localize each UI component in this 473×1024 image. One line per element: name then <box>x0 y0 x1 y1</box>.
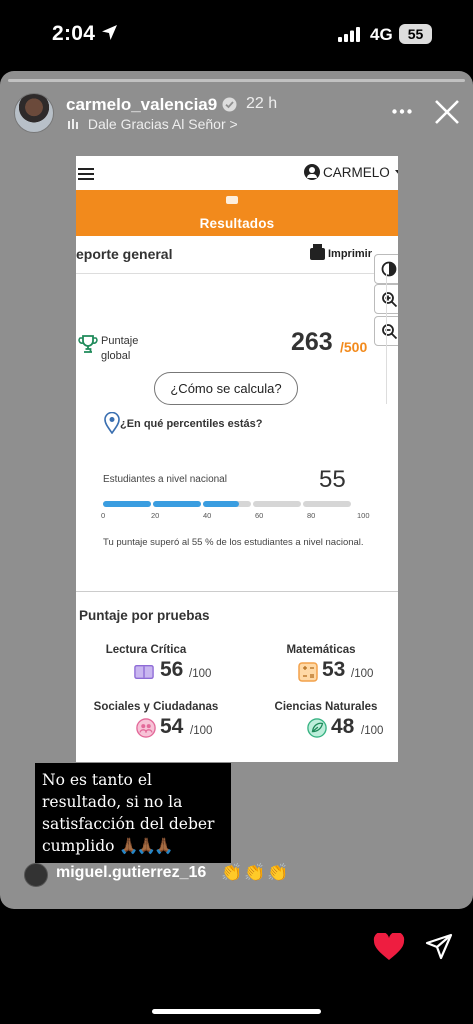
percentile-description: Tu puntaje superó al 55 % de los estudia… <box>103 537 364 548</box>
trophy-icon <box>78 335 98 353</box>
subject-name: Lectura Crítica <box>105 644 187 656</box>
percentile-tick-label: 60 <box>255 511 264 520</box>
global-score-value: 263 <box>291 328 333 356</box>
story-progress-bar <box>8 79 465 82</box>
book-icon <box>134 664 154 680</box>
subject-score: 48 <box>331 715 355 738</box>
subject-name: Matemáticas <box>286 644 356 656</box>
divider <box>76 591 398 592</box>
status-bar: 2:04 4G 55 <box>0 0 473 68</box>
percentile-tick-label: 40 <box>203 511 212 520</box>
menu-icon <box>78 168 94 180</box>
national-value: 55 <box>319 466 346 493</box>
subject-max: /100 <box>190 725 213 737</box>
music-title: Dale Gracias Al Señor <box>87 116 226 132</box>
percentile-question: ¿En qué percentiles estás? <box>120 418 263 430</box>
subject-score: 54 <box>160 715 184 738</box>
subject-max: /100 <box>361 725 384 737</box>
vertical-divider <box>386 274 387 404</box>
chevron-right-icon: > <box>229 116 238 132</box>
status-time: 2:04 <box>52 22 96 45</box>
percentile-bar <box>103 501 351 507</box>
percentile-tick-label: 100 <box>357 511 370 520</box>
percentile-bar-segment <box>303 501 351 507</box>
global-score-label-line2: global <box>101 350 131 362</box>
more-options-icon[interactable] <box>392 109 412 114</box>
subject-max: /100 <box>351 668 374 680</box>
music-bars-icon <box>68 119 78 129</box>
percentile-bar-fill <box>153 501 201 507</box>
story-time-ago: 22 h <box>246 95 278 112</box>
how-calculated-button: ¿Cómo se calcula? <box>154 372 298 405</box>
clapping-emoji: 👏👏👏 <box>221 863 291 882</box>
logo-icon <box>226 196 238 204</box>
location-pin-icon <box>104 412 120 434</box>
signal-icon <box>338 27 360 42</box>
praying-hands-emoji: 🙏🏾🙏🏾🙏🏾 <box>119 837 173 855</box>
mention-username[interactable]: miguel.gutierrez_16 <box>56 864 206 882</box>
contrast-icon <box>381 261 397 277</box>
subject-max: /100 <box>189 668 212 680</box>
global-score-label-line1: Puntaje <box>101 335 139 347</box>
print-button: Imprimir <box>310 244 373 260</box>
battery-indicator: 55 <box>399 24 432 44</box>
global-score-label: Puntaje global <box>101 334 138 364</box>
leaf-icon <box>307 718 327 738</box>
percentile-tick-label: 0 <box>101 511 106 520</box>
percentile-bar-fill <box>203 501 239 507</box>
national-label: Estudiantes a nivel nacional <box>103 474 227 485</box>
divider <box>76 273 386 274</box>
percentile-bar-segment <box>253 501 301 507</box>
location-arrow-icon <box>102 25 117 40</box>
zoom-in-icon <box>381 291 397 307</box>
subject-name: Ciencias Naturales <box>274 701 378 713</box>
subject-score: 56 <box>160 658 184 681</box>
print-label: Imprimir <box>328 248 373 260</box>
mention-avatar[interactable] <box>24 863 48 887</box>
percentile-bar-fill <box>103 501 151 507</box>
results-screenshot: CARMELO Resultados eporte general Imprim… <box>76 156 398 762</box>
app-topbar: CARMELO <box>76 156 398 190</box>
caret-down-icon <box>394 169 398 175</box>
printer-icon <box>310 244 325 260</box>
results-header: Resultados <box>76 190 398 236</box>
people-icon <box>136 718 156 738</box>
results-title: Resultados <box>199 216 275 231</box>
subject-score: 53 <box>322 658 346 681</box>
story-caption: No es tanto el resultado, si no la satis… <box>35 763 231 863</box>
zoom-out-icon <box>381 323 397 339</box>
story-username[interactable]: carmelo_valencia9 <box>66 95 217 115</box>
network-type: 4G <box>370 25 393 44</box>
heart-icon[interactable] <box>373 933 405 961</box>
user-icon <box>304 164 320 180</box>
verified-badge-icon <box>222 97 237 112</box>
user-menu-label: CARMELO <box>323 164 390 180</box>
story-card[interactable]: carmelo_valencia9 22 h Dale Gracias Al S… <box>0 71 473 909</box>
subject-name: Sociales y Ciudadanas <box>93 701 219 713</box>
percentile-tick-label: 20 <box>151 511 160 520</box>
avatar[interactable] <box>14 93 54 133</box>
send-icon[interactable] <box>425 933 453 961</box>
user-menu: CARMELO <box>304 164 398 180</box>
percentile-tick-label: 80 <box>307 511 316 520</box>
close-icon[interactable] <box>434 99 460 125</box>
home-indicator <box>152 1009 321 1014</box>
report-title: eporte general <box>76 246 173 262</box>
tests-title: Puntaje por pruebas <box>79 608 210 623</box>
calculator-icon <box>298 662 318 682</box>
global-score-max: /500 <box>340 339 368 355</box>
story-music-link[interactable]: Dale Gracias Al Señor > <box>68 116 238 132</box>
